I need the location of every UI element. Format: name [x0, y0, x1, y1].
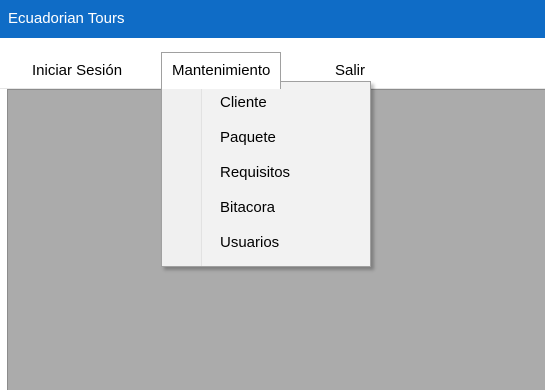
title-bar: Ecuadorian Tours: [0, 0, 545, 38]
menu-option-requisitos[interactable]: Requisitos: [220, 158, 290, 188]
menu-option-usuarios[interactable]: Usuarios: [220, 228, 279, 258]
menu-iniciar-sesion[interactable]: Iniciar Sesión: [22, 52, 132, 89]
window-title: Ecuadorian Tours: [8, 10, 125, 27]
menu-option-paquete[interactable]: Paquete: [220, 123, 276, 153]
menu-option-bitacora[interactable]: Bitacora: [220, 193, 275, 223]
menu-mantenimiento[interactable]: Mantenimiento: [161, 52, 282, 89]
menu-option-cliente[interactable]: Cliente: [220, 88, 267, 118]
menu-icon-gutter: [162, 82, 202, 266]
mantenimiento-dropdown: Cliente Paquete Requisitos Bitacora Usua…: [161, 81, 371, 267]
menu-bar: Iniciar Sesión Mantenimiento Salir: [0, 52, 545, 89]
